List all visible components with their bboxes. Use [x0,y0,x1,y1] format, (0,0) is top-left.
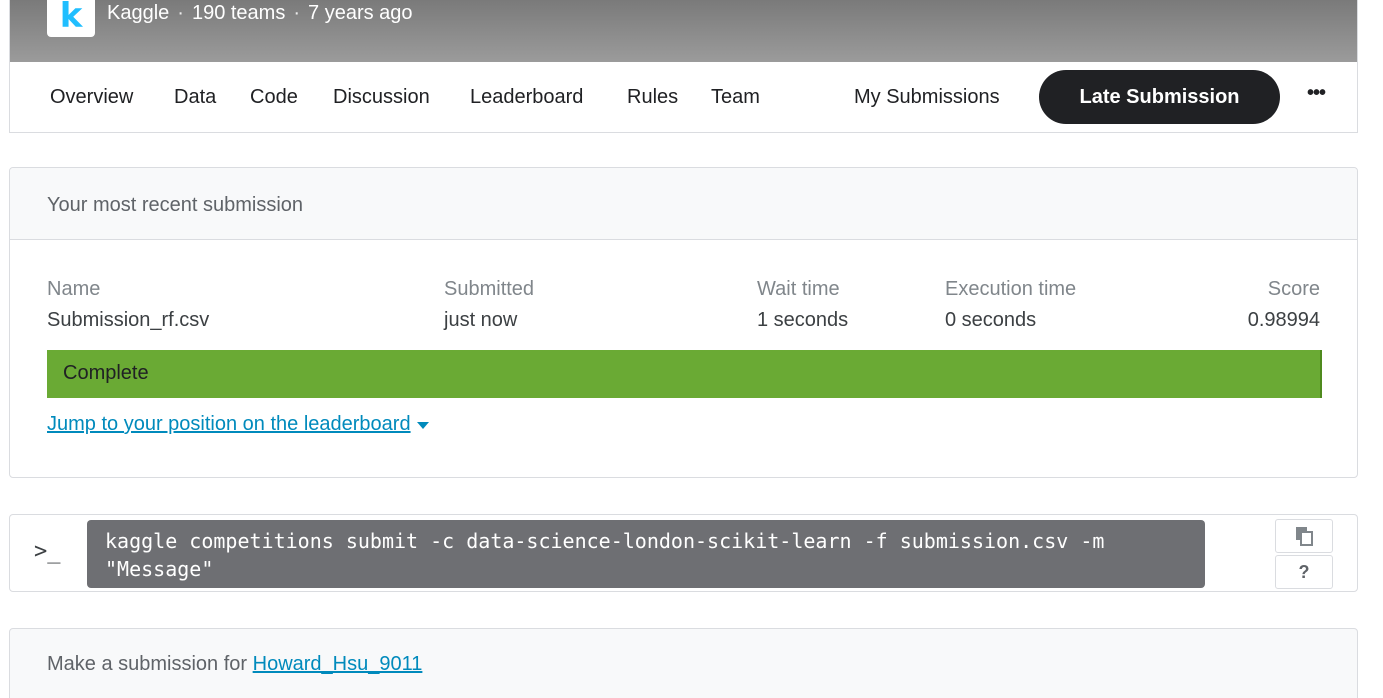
tab-overview[interactable]: Overview [50,86,133,109]
competition-age: 7 years ago [308,2,413,24]
copy-button[interactable] [1275,519,1333,553]
submitted-label: Submitted [444,278,535,300]
late-submission-button[interactable]: Late Submission [1039,70,1280,124]
make-submission-prefix: Make a submission for [47,653,248,675]
execution-time-label: Execution time [945,278,1077,300]
recent-submission-card: Your most recent submission Name Submiss… [9,167,1358,478]
make-submission-text: Make a submission for Howard_Hsu_9011 [47,653,422,676]
kaggle-logo-letter: k [59,0,83,36]
score-value: 0.98994 [1247,309,1320,331]
competition-banner: k Kaggle · 190 teams · 7 years ago [10,0,1357,62]
submission-status-bar: Complete [47,350,1322,398]
meta-separator: · [293,2,301,24]
wait-time-value: 1 seconds [757,309,849,331]
recent-submission-header: Your most recent submission [10,168,1357,240]
more-options-icon[interactable]: ••• [1307,82,1326,105]
submitted-value: just now [444,309,518,331]
kaggle-logo[interactable]: k [47,0,95,37]
wait-time-label: Wait time [757,278,840,300]
col-score: Score 0.98994 [1248,278,1320,332]
col-execution-time: Execution time 0 seconds [945,278,1076,332]
tab-rules[interactable]: Rules [627,86,678,109]
competition-meta: Kaggle · 190 teams · 7 years ago [107,2,413,25]
team-count: 190 teams [191,2,286,24]
meta-separator: · [177,2,184,24]
my-submissions-link[interactable]: My Submissions [854,86,1000,109]
caret-down-icon [416,422,429,429]
jump-to-leaderboard-link[interactable]: Jump to your position on the leaderboard [47,413,429,436]
jump-link-text: Jump to your position on the leaderboard [47,413,411,435]
tab-discussion[interactable]: Discussion [333,86,430,109]
make-submission-card: Make a submission for Howard_Hsu_9011 [9,628,1358,698]
col-submitted: Submitted just now [444,278,534,332]
user-link[interactable]: Howard_Hsu_9011 [253,653,423,675]
tab-leaderboard[interactable]: Leaderboard [470,86,583,109]
tab-team[interactable]: Team [711,86,760,109]
tab-code[interactable]: Code [250,86,298,109]
competition-header: k Kaggle · 190 teams · 7 years ago Overv… [9,0,1358,133]
tab-data[interactable]: Data [174,86,216,109]
competition-nav: Overview Data Code Discussion Leaderboar… [10,62,1357,132]
cli-submit-card: >_ kaggle competitions submit -c data-sc… [9,514,1358,592]
help-button[interactable]: ? [1275,555,1333,589]
score-label: Score [1267,278,1320,300]
cli-command[interactable]: kaggle competitions submit -c data-scien… [87,520,1205,588]
col-name: Name Submission_rf.csv [47,278,209,332]
host-name[interactable]: Kaggle [107,2,169,25]
status-text: Complete [63,362,149,384]
copy-icon [1296,527,1313,546]
name-label: Name [47,278,101,300]
execution-time-value: 0 seconds [945,309,1037,331]
name-value: Submission_rf.csv [47,309,210,331]
recent-submission-title: Your most recent submission [47,194,304,216]
terminal-icon: >_ [34,539,61,564]
col-wait-time: Wait time 1 seconds [757,278,848,332]
